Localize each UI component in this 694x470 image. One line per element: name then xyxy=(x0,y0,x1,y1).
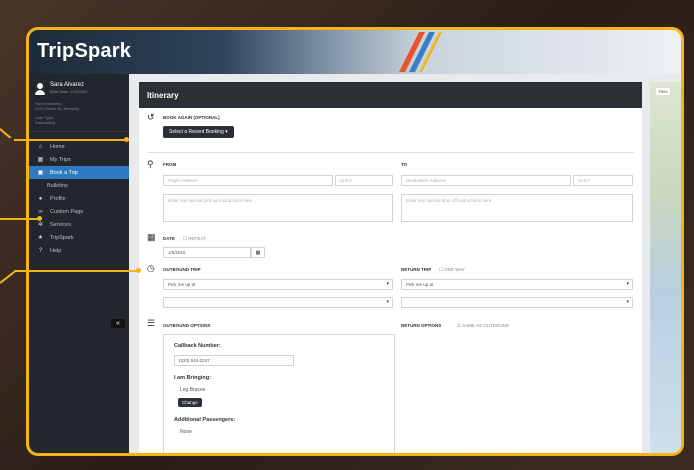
callout-dot xyxy=(136,268,141,273)
callout-line xyxy=(14,270,138,272)
callout-line xyxy=(14,139,127,141)
person-icon: ● xyxy=(38,195,43,202)
dropoff-instructions-textarea[interactable]: Enter any special drop off instructions … xyxy=(401,194,633,222)
header-banner: TripSpark xyxy=(29,30,681,74)
clock-icon: ◷ xyxy=(147,263,155,273)
app-window: TripSpark Sara Alvarez Birth Date: 1/15/… xyxy=(26,27,684,456)
callout-line xyxy=(0,218,39,220)
location-pin-icon: ⚲ xyxy=(147,159,154,169)
itinerary-panel: Itinerary ↺ BOOK AGAIN (OPTIONAL) Select… xyxy=(139,82,642,453)
tripspark-logo: TripSpark xyxy=(37,40,132,62)
select-value: Pick me up at xyxy=(406,282,434,287)
origin-address-input[interactable]: Origin Address xyxy=(163,175,333,186)
same-as-outbound-checkbox[interactable]: ☑ SAME AS OUTBOUND xyxy=(457,323,509,329)
callout-dot xyxy=(124,137,129,142)
star-icon: ★ xyxy=(37,235,44,241)
user-dob: Birth Date: 1/15/1951 xyxy=(50,89,88,94)
from-label: FROM xyxy=(163,162,177,167)
bringing-label: I am Bringing: xyxy=(174,375,211,381)
history-icon: ↺ xyxy=(147,112,155,122)
outbound-time-select[interactable]: ▾ xyxy=(163,297,393,308)
destination-address-input[interactable]: Destination Address xyxy=(401,175,571,186)
map-tag: TRIO xyxy=(656,88,670,95)
divider xyxy=(147,152,634,153)
sidebar-item-label: Custom Page xyxy=(50,208,84,215)
sidebar-item-label: Services xyxy=(50,221,72,228)
select-value: Pick me up at xyxy=(168,282,196,287)
map-panel[interactable]: TRIO xyxy=(650,82,681,453)
callout-dot xyxy=(37,216,42,221)
sidebar-nav: ⌂ Home ▦ My Trips ▣ Book a Trip Bulletin… xyxy=(29,140,129,257)
caret-down-icon: ▾ xyxy=(386,281,389,287)
sidebar-item-help[interactable]: ? Help xyxy=(29,244,129,257)
caret-down-icon: ▾ xyxy=(386,299,389,305)
callback-number-input[interactable]: (520) 544-2247 xyxy=(174,355,294,366)
return-trip-label: RETURN TRIP xyxy=(401,267,432,272)
one-way-label: ONE WAY xyxy=(444,267,466,272)
sidebar-item-label: My Trips xyxy=(50,156,71,163)
gear-icon: ✲ xyxy=(37,222,44,228)
outbound-trip-label: OUTBOUND TRIP xyxy=(163,267,201,272)
outbound-options-box: Callback Number: (520) 544-2247 I am Bri… xyxy=(163,334,395,453)
destination-unit-input[interactable]: Unit # xyxy=(573,175,633,186)
passengers-value: None xyxy=(180,429,192,435)
decorative-stripes xyxy=(399,32,442,72)
sidebar-item-book-a-trip[interactable]: ▣ Book a Trip xyxy=(29,166,129,179)
list-icon: ☰ xyxy=(147,318,156,328)
date-label: DATE xyxy=(163,236,175,241)
sidebar-item-my-trips[interactable]: ▦ My Trips xyxy=(29,153,129,166)
change-button[interactable]: Change xyxy=(178,398,202,407)
bus-icon: ▣ xyxy=(37,170,44,176)
repeat-checkbox[interactable]: ☐ REPEAT xyxy=(183,236,206,242)
sidebar-item-home[interactable]: ⌂ Home xyxy=(29,140,129,153)
return-options-label: RETURN OPTIONS xyxy=(401,323,442,328)
passengers-label: Additional Passengers: xyxy=(174,417,236,423)
recent-booking-button[interactable]: Select a Recent Booking ▾ xyxy=(163,126,234,138)
user-type-value: Ambulatory xyxy=(35,120,56,125)
outbound-options-label: OUTBOUND OPTIONS xyxy=(163,323,211,328)
book-again-label: BOOK AGAIN (OPTIONAL) xyxy=(163,115,220,120)
outbound-pickup-select[interactable]: Pick me up at ▾ xyxy=(163,279,393,290)
panel-title: Itinerary xyxy=(139,82,642,108)
sidebar-item-label: Book a Trip xyxy=(50,169,78,176)
user-icon xyxy=(35,83,45,95)
repeat-label: REPEAT xyxy=(188,236,206,241)
help-icon: ? xyxy=(38,247,43,254)
collapse-sidebar-button[interactable]: « xyxy=(111,319,125,328)
sidebar-item-bulletins[interactable]: Bulletins xyxy=(29,179,129,192)
link-icon: ∞ xyxy=(38,208,43,215)
return-pickup-select[interactable]: Pick me up at ▾ xyxy=(401,279,633,290)
origin-unit-input[interactable]: Unit # xyxy=(335,175,393,186)
home-icon: ⌂ xyxy=(38,143,43,150)
callback-label: Callback Number: xyxy=(174,343,221,349)
same-as-outbound-label: SAME AS OUTBOUND xyxy=(462,323,510,328)
sidebar-item-label: Home xyxy=(50,143,65,150)
pickup-instructions-textarea[interactable]: Enter any special pick up instructions h… xyxy=(163,194,393,222)
date-input[interactable]: 1/8/2016 xyxy=(163,247,251,258)
calendar-icon: ▦ xyxy=(37,157,44,163)
sidebar-item-label: TripSpark xyxy=(50,234,74,241)
sidebar-item-tripspark[interactable]: ★ TripSpark xyxy=(29,231,129,244)
sidebar-item-label: Help xyxy=(50,247,62,254)
one-way-checkbox[interactable]: ☐ ONE WAY xyxy=(439,267,465,273)
sidebar-item-label: Bulletins xyxy=(47,182,68,189)
user-name: Sara Alvarez xyxy=(50,82,85,88)
bringing-value: Leg Braces xyxy=(180,387,206,393)
return-time-select[interactable]: ▾ xyxy=(401,297,633,308)
to-label: TO xyxy=(401,162,408,167)
user-info: Sara Alvarez Birth Date: 1/15/1951 Home … xyxy=(29,74,129,132)
caret-down-icon: ▾ xyxy=(626,281,629,287)
sidebar-item-label: Profile xyxy=(50,195,66,202)
caret-down-icon: ▾ xyxy=(626,299,629,305)
date-picker-button[interactable]: ▦ xyxy=(251,247,265,258)
home-address-value: 2070 Olveln St, Berkeley xyxy=(35,106,80,111)
calendar-icon: ▦ xyxy=(147,232,156,242)
sidebar-item-services[interactable]: ✲ Services xyxy=(29,218,129,231)
sidebar-item-custom-page[interactable]: ∞ Custom Page xyxy=(29,205,129,218)
sidebar-item-profile[interactable]: ● Profile xyxy=(29,192,129,205)
sidebar: Sara Alvarez Birth Date: 1/15/1951 Home … xyxy=(29,74,129,453)
